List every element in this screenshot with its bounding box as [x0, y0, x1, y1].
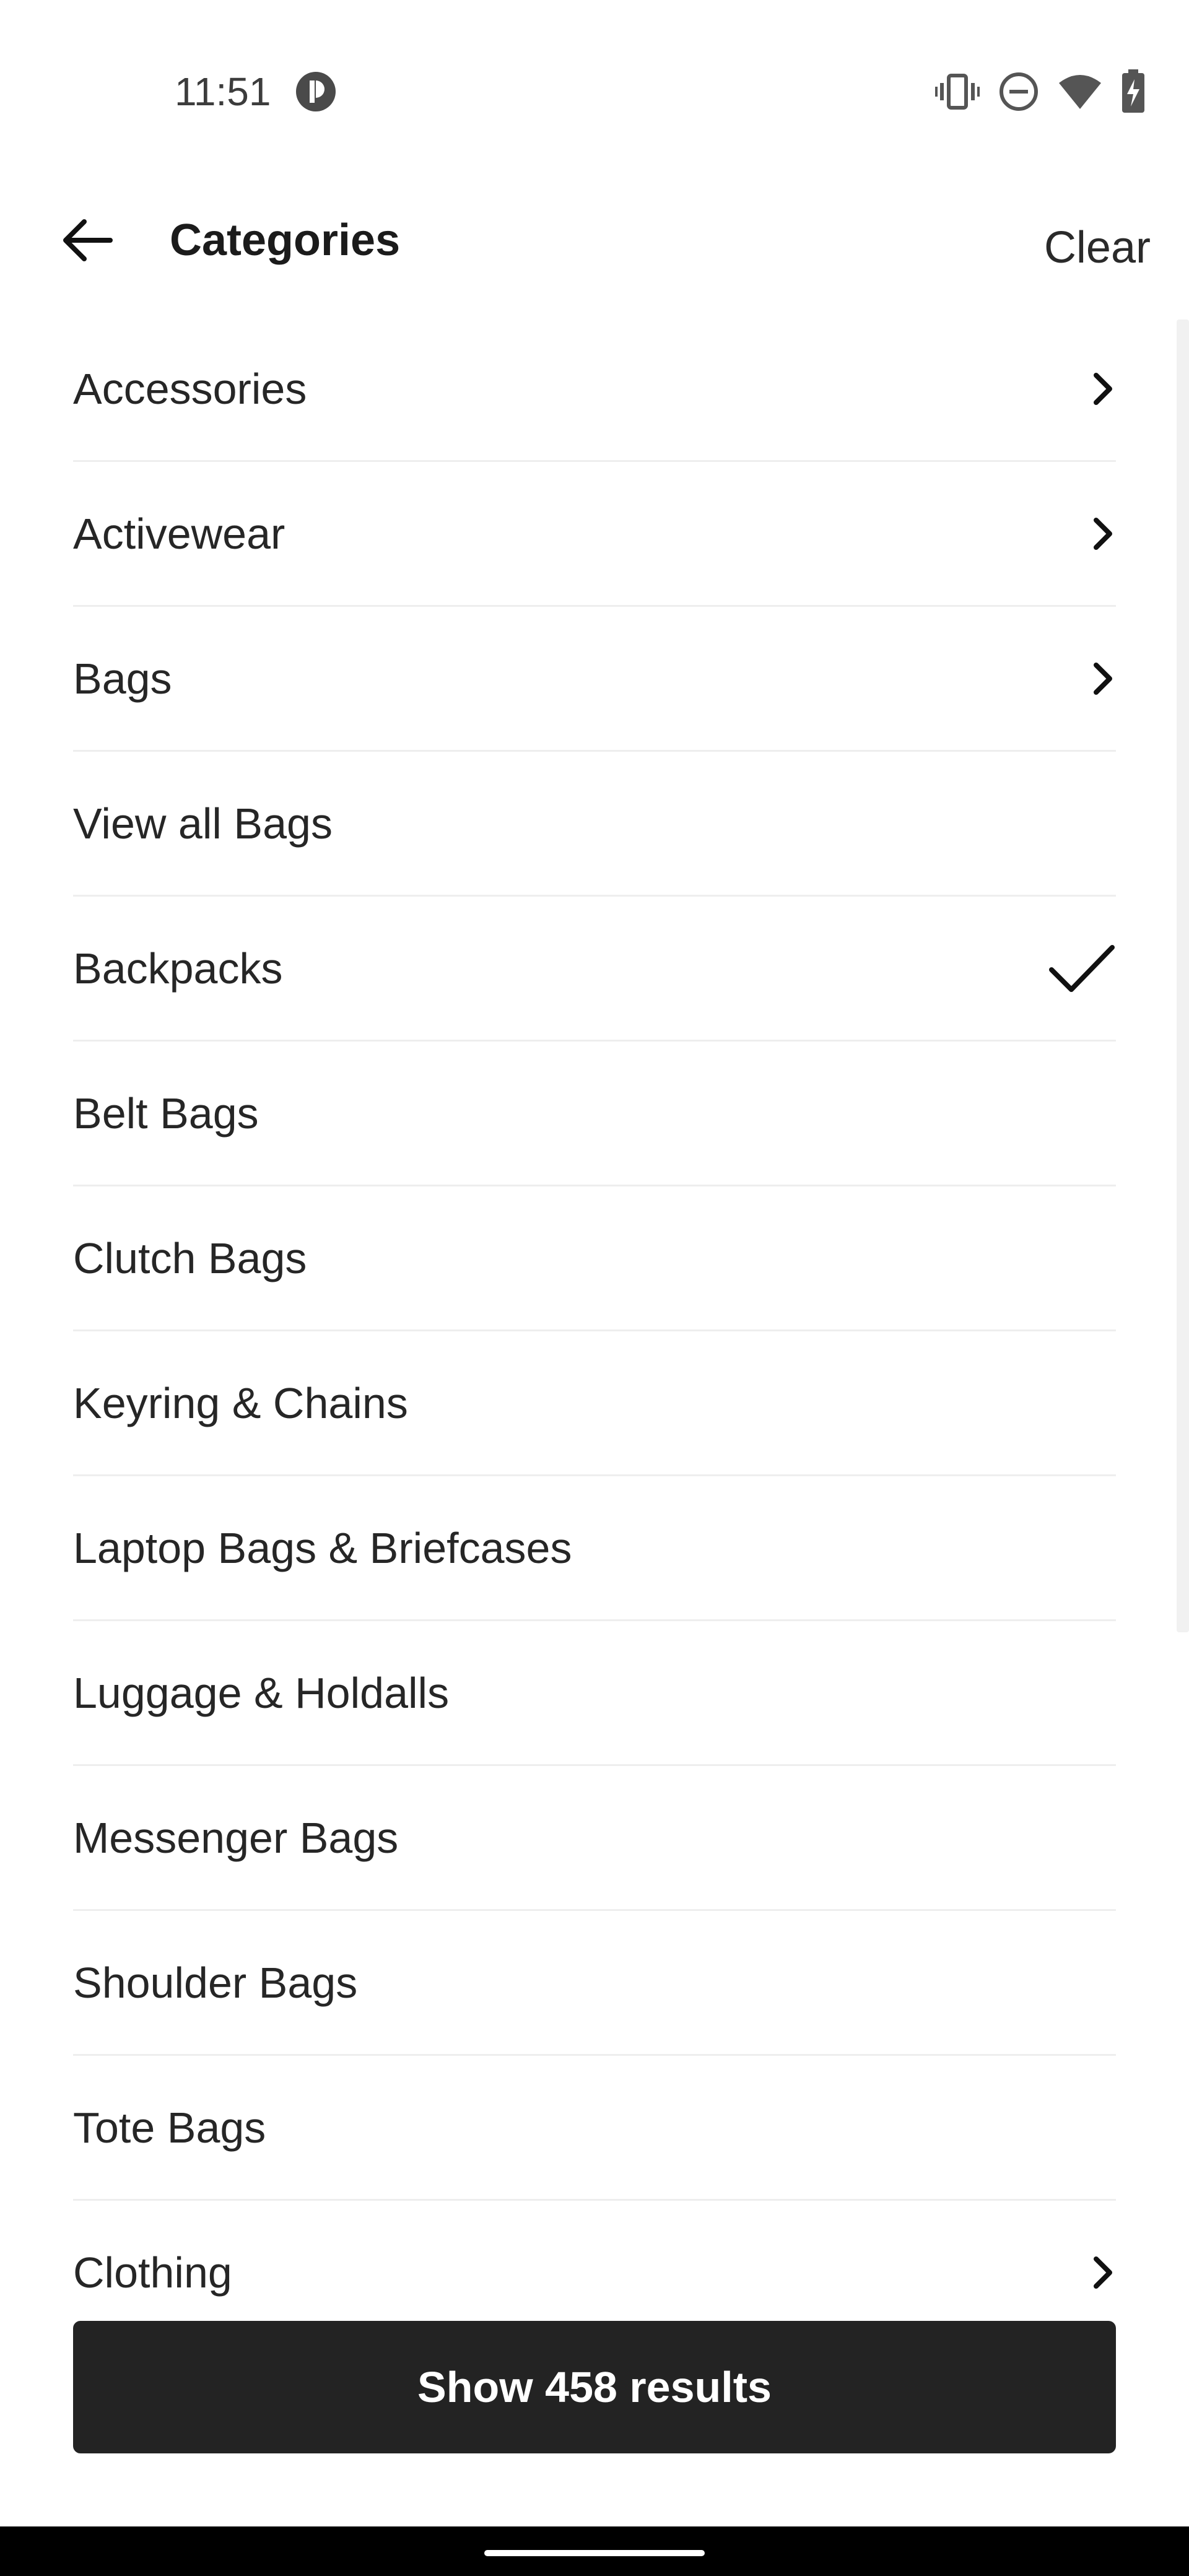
category-label: Belt Bags — [73, 1089, 259, 1138]
category-label: Messenger Bags — [73, 1813, 399, 1862]
category-item-shoulder-bags[interactable]: Shoulder Bags — [73, 1911, 1116, 2056]
category-item-view-all-bags[interactable]: View all Bags — [73, 752, 1116, 897]
category-item-belt-bags[interactable]: Belt Bags — [73, 1042, 1116, 1186]
page-title: Categories — [170, 215, 401, 265]
battery-charging-icon — [1121, 69, 1146, 114]
app-bar: Categories Clear — [0, 186, 1189, 310]
status-bar: 11:51 — [0, 0, 1189, 186]
category-label: Tote Bags — [73, 2103, 266, 2152]
category-item-bags[interactable]: Bags — [73, 607, 1116, 752]
show-results-button[interactable]: Show 458 results — [73, 2321, 1116, 2453]
category-label: Bags — [73, 654, 172, 703]
status-time: 11:51 — [175, 69, 271, 114]
chevron-right-icon — [1042, 497, 1116, 571]
arrow-back-icon — [61, 218, 113, 266]
back-button[interactable] — [50, 204, 124, 279]
category-item-clothing[interactable]: Clothing — [73, 2201, 1116, 2323]
category-item-clutch-bags[interactable]: Clutch Bags — [73, 1186, 1116, 1331]
category-item-laptop-bags[interactable]: Laptop Bags & Briefcases — [73, 1476, 1116, 1621]
chevron-right-icon — [1042, 2235, 1116, 2310]
chevron-right-icon — [1042, 352, 1116, 426]
category-label: Luggage & Holdalls — [73, 1668, 450, 1717]
clear-button[interactable]: Clear — [1044, 211, 1151, 285]
category-item-accessories[interactable]: Accessories — [73, 317, 1116, 462]
category-label: Activewear — [73, 509, 285, 558]
wifi-icon — [1058, 73, 1102, 110]
category-item-activewear[interactable]: Activewear — [73, 462, 1116, 607]
app-notification-icon — [295, 71, 337, 113]
category-item-tote-bags[interactable]: Tote Bags — [73, 2056, 1116, 2201]
category-label: Laptop Bags & Briefcases — [73, 1523, 572, 1572]
category-label: Clothing — [73, 2248, 232, 2297]
navigation-bar — [0, 2526, 1189, 2576]
do-not-disturb-icon — [998, 71, 1039, 112]
status-icons — [935, 67, 1146, 116]
check-icon — [1042, 931, 1116, 1006]
category-label: Keyring & Chains — [73, 1378, 408, 1427]
category-label: Accessories — [73, 364, 307, 413]
category-label: Backpacks — [73, 944, 283, 993]
category-label: Clutch Bags — [73, 1234, 307, 1282]
category-item-luggage-holdalls[interactable]: Luggage & Holdalls — [73, 1621, 1116, 1766]
category-item-keyring-chains[interactable]: Keyring & Chains — [73, 1331, 1116, 1476]
category-list: Accessories Activewear Bags View all Bag… — [0, 317, 1189, 2323]
home-gesture-handle[interactable] — [484, 2550, 705, 2556]
category-label: View all Bags — [73, 799, 333, 848]
chevron-right-icon — [1042, 642, 1116, 716]
vibrate-icon — [935, 72, 980, 111]
category-item-backpacks[interactable]: Backpacks — [73, 897, 1116, 1042]
category-label: Shoulder Bags — [73, 1958, 358, 2007]
category-item-messenger-bags[interactable]: Messenger Bags — [73, 1766, 1116, 1911]
